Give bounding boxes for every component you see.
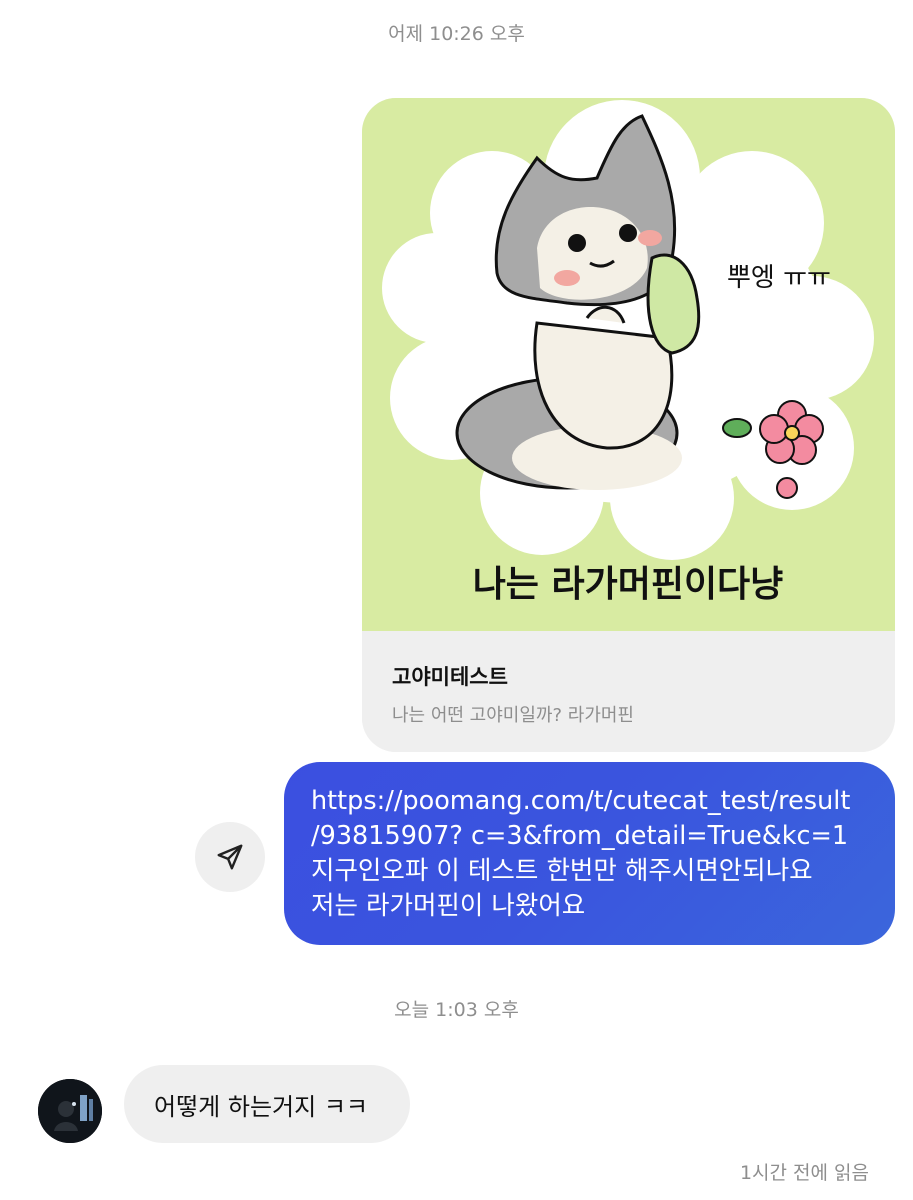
sent-message-line: 저는 라가머핀이 나왔어요 [311,891,586,921]
timestamp-yesterday: 어제 10:26 오후 [388,23,525,45]
timestamp-today: 오늘 1:03 오후 [394,999,519,1021]
card-subtitle: 나는 어떤 고야미일까? 라가머핀 [392,705,634,726]
paper-plane-icon [217,844,243,870]
sent-message-line: https://poomang.com/t/cutecat_test/resul… [311,786,851,816]
image-speech-text: 뿌엥 ㅠㅠ [727,263,831,293]
shared-link-card[interactable]: 뿌엥 ㅠㅠ 나는 라가머핀이다냥 고야미테스트 나는 어떤 고야미일까? 라가머… [362,98,895,752]
seen-status: 1시간 전에 읽음 [739,1162,869,1184]
received-message-text: 어떻게 하는거지 ㅋㅋ [154,1092,368,1121]
image-caption: 나는 라가머핀이다냥 [473,564,784,605]
received-message-bubble[interactable]: 어떻게 하는거지 ㅋㅋ [124,1065,410,1143]
sent-message-bubble[interactable]: https://poomang.com/t/cutecat_test/resul… [284,762,895,945]
share-button[interactable] [195,822,265,892]
card-footer: 고야미테스트 나는 어떤 고야미일까? 라가머핀 [362,631,895,752]
user-avatar[interactable] [38,1079,102,1143]
card-title: 고야미테스트 [392,665,508,689]
sent-message-line: 지구인오파 이 테스트 한번만 해주시면안되나요 [311,856,813,886]
sent-message-line: /93815907? c=3&from_detail=True&kc=1 [311,821,849,851]
card-preview-image: 뿌엥 ㅠㅠ 나는 라가머핀이다냥 [362,98,895,631]
